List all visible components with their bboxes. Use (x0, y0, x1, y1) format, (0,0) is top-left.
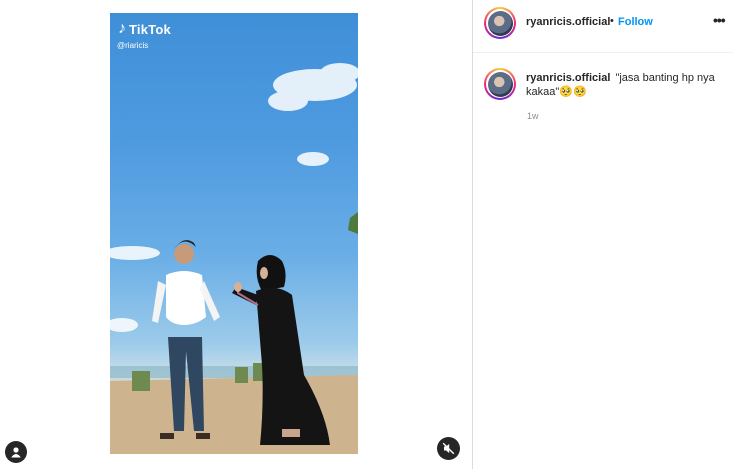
avatar-image (487, 10, 513, 36)
caption-username[interactable]: ryanricis.official (526, 72, 610, 84)
tiktok-watermark: ♪ TikTok (118, 21, 171, 37)
tiktok-handle: @riaricis (117, 41, 149, 50)
post-side-panel: ryanricis.official • Follow ••• ryanrici… (472, 0, 733, 469)
post-header: ryanricis.official • Follow ••• (473, 0, 733, 53)
post-video[interactable]: ♪ TikTok @riaricis (110, 13, 358, 454)
tiktok-note-icon: ♪ (118, 20, 126, 37)
mute-button[interactable] (437, 437, 460, 460)
header-separator: • (610, 15, 614, 27)
tiktok-brand-label: TikTok (129, 21, 171, 37)
mute-icon (442, 442, 455, 455)
caption-avatar-image (487, 71, 513, 97)
user-tag-icon (11, 447, 21, 458)
more-options-icon[interactable]: ••• (713, 12, 726, 28)
video-frame-scene (110, 63, 358, 454)
user-tag-button[interactable] (5, 441, 27, 463)
avatar[interactable] (484, 7, 516, 39)
follow-button[interactable]: Follow (618, 16, 653, 28)
caption-avatar[interactable] (484, 68, 516, 100)
header-username[interactable]: ryanricis.official (526, 16, 610, 28)
caption-text-block: ryanricis.official "jasa banting hp nya … (526, 71, 716, 99)
caption-timestamp[interactable]: 1w (527, 111, 539, 121)
post-media-area: ♪ TikTok @riaricis (0, 0, 472, 469)
